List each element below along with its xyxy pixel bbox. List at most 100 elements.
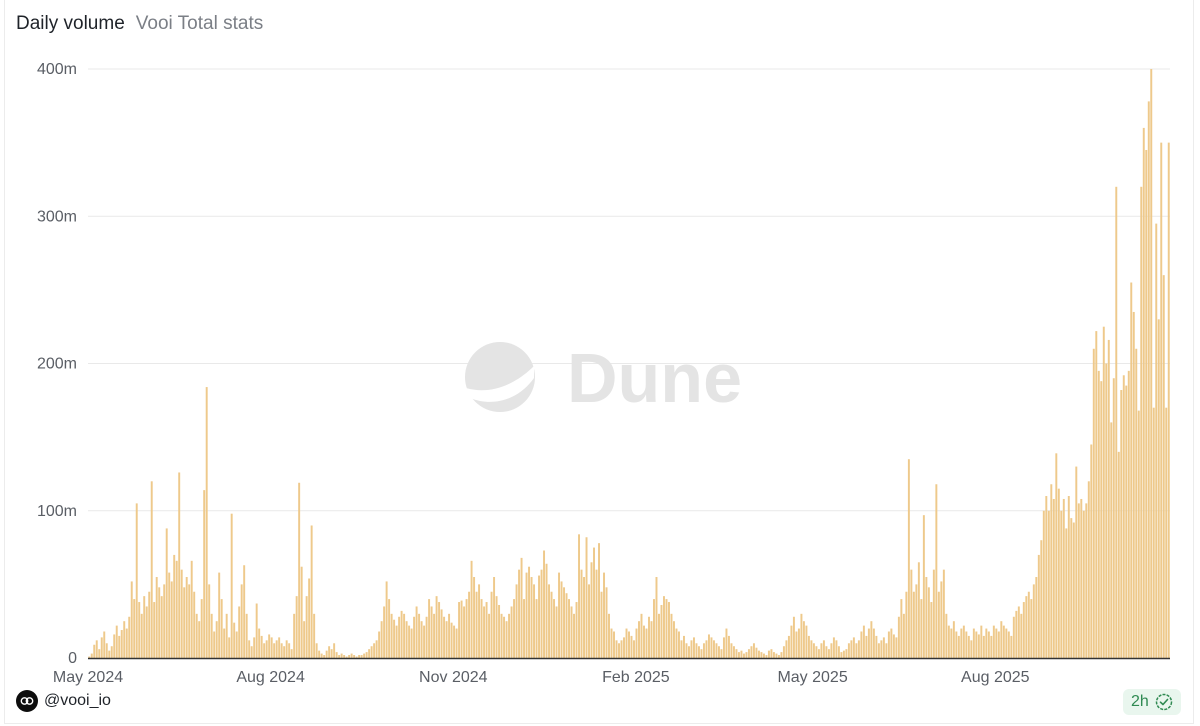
bar[interactable] [533, 584, 536, 659]
bar[interactable] [805, 625, 808, 658]
bar[interactable] [245, 613, 248, 658]
bar[interactable] [375, 640, 378, 658]
bar[interactable] [510, 606, 513, 658]
bar[interactable] [655, 577, 658, 658]
bar[interactable] [390, 613, 393, 658]
bar[interactable] [513, 599, 516, 658]
bar[interactable] [305, 596, 308, 658]
refresh-status-badge[interactable]: 2h [1123, 689, 1181, 715]
bar[interactable] [1157, 319, 1160, 658]
bar[interactable] [1002, 625, 1005, 658]
bar[interactable] [792, 616, 795, 658]
bar[interactable] [625, 628, 628, 658]
bar[interactable] [380, 621, 383, 658]
bar[interactable] [695, 643, 698, 658]
bar[interactable] [573, 613, 575, 658]
bar[interactable] [955, 631, 958, 659]
bar[interactable] [990, 635, 993, 658]
bar[interactable] [940, 581, 943, 658]
bar[interactable] [633, 640, 635, 658]
bar[interactable] [875, 635, 878, 658]
bar[interactable] [108, 650, 111, 658]
bar[interactable] [1152, 407, 1155, 658]
bar[interactable] [113, 634, 116, 658]
bar[interactable] [553, 599, 556, 658]
bar[interactable] [785, 640, 788, 658]
bar[interactable] [1022, 602, 1025, 658]
bar[interactable] [93, 644, 96, 658]
bar[interactable] [383, 606, 386, 658]
bar[interactable] [595, 569, 598, 658]
bar[interactable] [860, 631, 863, 659]
bar[interactable] [403, 613, 406, 658]
bar[interactable] [303, 621, 306, 658]
bar[interactable] [310, 525, 313, 658]
bar[interactable] [717, 646, 720, 658]
bar[interactable] [328, 646, 331, 658]
bar[interactable] [618, 643, 620, 658]
bar[interactable] [163, 584, 166, 659]
bar[interactable] [977, 634, 980, 658]
bar[interactable] [138, 602, 141, 658]
bar[interactable] [820, 643, 823, 658]
bar[interactable] [335, 652, 338, 658]
bar[interactable] [140, 613, 143, 658]
bar[interactable] [178, 472, 181, 658]
bar[interactable] [795, 631, 798, 659]
bar[interactable] [1042, 510, 1045, 658]
bar[interactable] [942, 569, 945, 658]
bar[interactable] [295, 596, 298, 658]
bar[interactable] [585, 537, 588, 658]
bar[interactable] [425, 616, 428, 658]
bar[interactable] [975, 631, 978, 659]
bar[interactable] [1067, 496, 1070, 658]
bar[interactable] [962, 625, 965, 658]
bar[interactable] [268, 634, 271, 658]
bar[interactable] [817, 649, 820, 658]
bar[interactable] [330, 649, 333, 658]
bar[interactable] [668, 602, 670, 658]
bar[interactable] [815, 646, 818, 658]
bar[interactable] [852, 637, 855, 658]
bar[interactable] [500, 613, 503, 658]
bar[interactable] [143, 596, 146, 658]
bar[interactable] [947, 625, 950, 658]
bar[interactable] [198, 621, 201, 658]
bar[interactable] [1020, 613, 1023, 658]
bar[interactable] [752, 643, 755, 658]
bar[interactable] [323, 655, 326, 658]
bar[interactable] [857, 640, 860, 658]
bar[interactable] [675, 628, 678, 658]
bar[interactable] [802, 621, 805, 658]
bar[interactable] [880, 640, 883, 658]
bar[interactable] [593, 547, 595, 658]
bar[interactable] [727, 635, 730, 658]
bar[interactable] [892, 634, 895, 658]
bar[interactable] [967, 635, 970, 658]
bar[interactable] [208, 584, 211, 659]
bar[interactable] [1095, 331, 1098, 658]
bar[interactable] [707, 634, 710, 658]
bar[interactable] [1125, 385, 1128, 658]
bar[interactable] [872, 628, 875, 658]
bar[interactable] [1030, 599, 1033, 658]
bar[interactable] [750, 646, 753, 658]
bar[interactable] [173, 554, 176, 658]
bar[interactable] [902, 613, 905, 658]
bar[interactable] [1100, 381, 1103, 658]
bar[interactable] [365, 652, 368, 658]
bar[interactable] [1145, 149, 1148, 659]
bar[interactable] [1017, 606, 1020, 658]
bar[interactable] [170, 581, 173, 658]
bar[interactable] [1055, 453, 1058, 658]
bar[interactable] [298, 482, 301, 658]
bar[interactable] [700, 649, 703, 658]
bar[interactable] [1015, 610, 1018, 658]
bar[interactable] [503, 616, 506, 658]
bar[interactable] [1092, 348, 1095, 658]
bar[interactable] [570, 606, 573, 658]
bar[interactable] [922, 515, 925, 658]
bar[interactable] [1120, 390, 1123, 658]
bar[interactable] [463, 606, 466, 658]
bar[interactable] [635, 628, 638, 658]
